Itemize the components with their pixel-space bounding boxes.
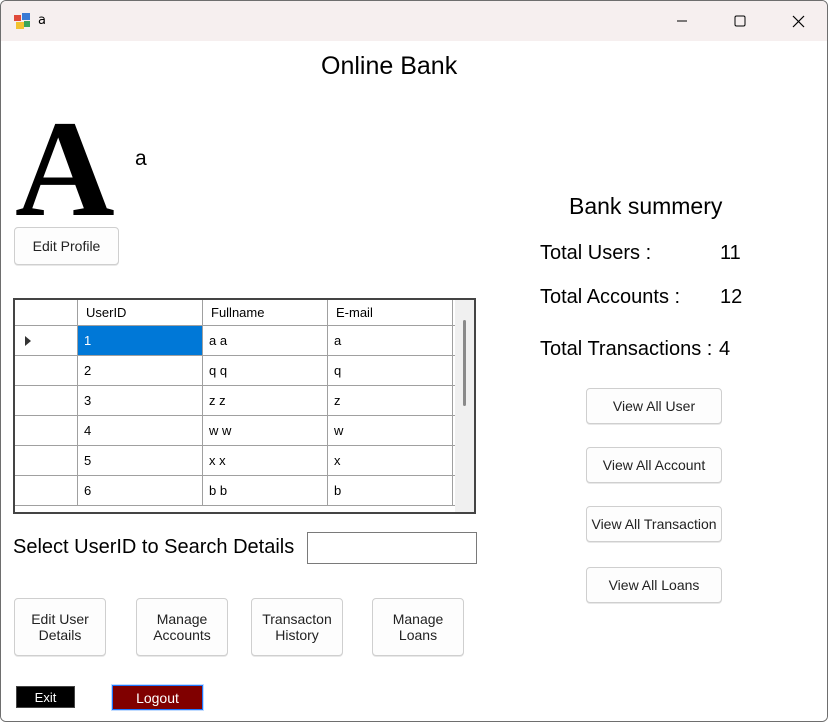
total-accounts-label: Total Accounts :: [540, 286, 681, 308]
table-row[interactable]: 3 z z z: [15, 386, 455, 416]
row-selector[interactable]: [15, 326, 78, 355]
row-selector[interactable]: [15, 476, 78, 505]
title-bar: a: [1, 1, 827, 41]
cell-userid[interactable]: 2: [78, 356, 203, 385]
close-icon: [792, 15, 804, 27]
cell-email[interactable]: b: [328, 476, 453, 505]
row-selector[interactable]: [15, 446, 78, 475]
view-all-transaction-button[interactable]: View All Transaction: [586, 506, 722, 542]
column-header-email[interactable]: E-mail: [328, 300, 453, 325]
cell-fullname[interactable]: q q: [203, 356, 328, 385]
cell-email[interactable]: a: [328, 326, 453, 355]
total-transactions-label: Total Transactions :: [540, 338, 713, 360]
cell-fullname[interactable]: a a: [203, 326, 328, 355]
main-panel: Online Bank A a Edit Profile UserID Full…: [1, 41, 827, 721]
app-icon: [14, 13, 30, 29]
table-row[interactable]: 2 q q q: [15, 356, 455, 386]
row-selector[interactable]: [15, 356, 78, 385]
row-header-corner: [15, 300, 78, 325]
cell-email[interactable]: z: [328, 386, 453, 415]
minimize-button[interactable]: [653, 1, 711, 41]
logout-button[interactable]: Logout: [112, 685, 203, 710]
close-button[interactable]: [769, 1, 827, 41]
cell-fullname[interactable]: w w: [203, 416, 328, 445]
column-header-fullname[interactable]: Fullname: [203, 300, 328, 325]
total-transactions-value: 4: [719, 338, 731, 360]
cell-userid[interactable]: 4: [78, 416, 203, 445]
cell-email[interactable]: x: [328, 446, 453, 475]
manage-accounts-button[interactable]: Manage Accounts: [136, 598, 228, 656]
avatar: A: [9, 101, 119, 221]
table-row[interactable]: 5 x x x: [15, 446, 455, 476]
scrollbar-thumb[interactable]: [463, 320, 466, 406]
table-row[interactable]: 6 b b b: [15, 476, 455, 506]
edit-user-details-button[interactable]: Edit User Details: [14, 598, 106, 656]
table-row[interactable]: 4 w w w: [15, 416, 455, 446]
search-userid-label: Select UserID to Search Details: [13, 536, 295, 558]
username-label: a: [135, 147, 147, 170]
cell-userid[interactable]: 5: [78, 446, 203, 475]
bank-summary-title: Bank summery: [569, 193, 723, 219]
total-accounts-value: 12: [720, 286, 743, 308]
cell-email[interactable]: q: [328, 356, 453, 385]
cell-userid[interactable]: 3: [78, 386, 203, 415]
total-users-label: Total Users :: [540, 242, 652, 264]
cell-fullname[interactable]: b b: [203, 476, 328, 505]
view-all-account-button[interactable]: View All Account: [586, 447, 722, 483]
app-window: a Online Bank A a Edit Profile UserID Fu…: [0, 0, 828, 722]
cell-userid[interactable]: 1: [78, 326, 203, 355]
search-userid-input[interactable]: [307, 532, 477, 564]
cell-userid[interactable]: 6: [78, 476, 203, 505]
window-title: a: [38, 13, 46, 28]
total-users-value: 11: [720, 242, 741, 264]
view-all-user-button[interactable]: View All User: [586, 388, 722, 424]
users-grid[interactable]: UserID Fullname E-mail 1 a a a 2 q q q 3…: [13, 298, 476, 514]
page-title: Online Bank: [321, 52, 458, 80]
table-row[interactable]: 1 a a a: [15, 326, 455, 356]
column-header-userid[interactable]: UserID: [78, 300, 203, 325]
maximize-icon: [734, 15, 746, 27]
grid-vertical-scrollbar[interactable]: [455, 300, 474, 512]
manage-loans-button[interactable]: Manage Loans: [372, 598, 464, 656]
minimize-icon: [677, 20, 687, 22]
exit-button[interactable]: Exit: [16, 686, 75, 708]
view-all-loans-button[interactable]: View All Loans: [586, 567, 722, 603]
transaction-history-button[interactable]: Transacton History: [251, 598, 343, 656]
cell-fullname[interactable]: x x: [203, 446, 328, 475]
maximize-button[interactable]: [711, 1, 769, 41]
row-selector[interactable]: [15, 416, 78, 445]
cell-fullname[interactable]: z z: [203, 386, 328, 415]
avatar-letter: A: [15, 101, 115, 221]
edit-profile-button[interactable]: Edit Profile: [14, 227, 119, 265]
row-indicator-arrow-icon: [25, 335, 31, 346]
row-selector[interactable]: [15, 386, 78, 415]
grid-header-row: UserID Fullname E-mail: [15, 300, 455, 326]
cell-email[interactable]: w: [328, 416, 453, 445]
